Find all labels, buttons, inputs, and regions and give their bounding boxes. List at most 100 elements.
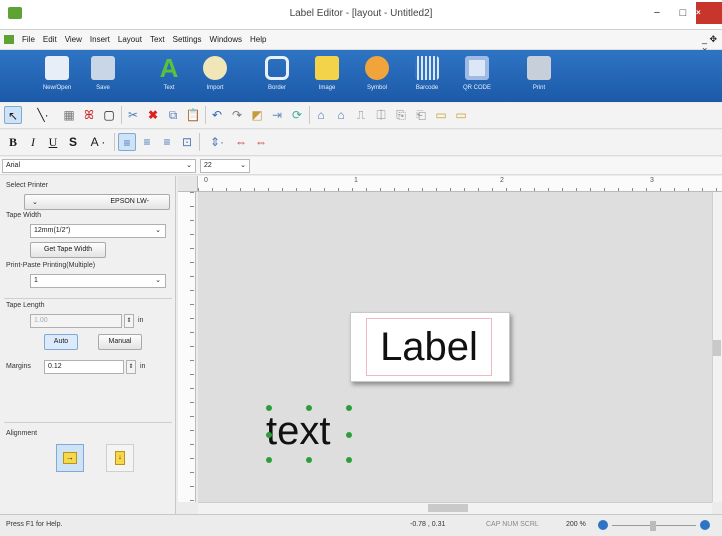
menu-settings[interactable]: Settings: [169, 30, 206, 50]
font-size-value: 22: [204, 162, 212, 169]
paste-special-icon[interactable]: ◩: [248, 106, 266, 124]
image-icon: [315, 56, 339, 80]
menu-file[interactable]: File: [18, 30, 39, 50]
resize-handle[interactable]: [346, 457, 352, 463]
print-paste-select[interactable]: 1 ⌄: [30, 274, 166, 288]
printer-select[interactable]: EPSON LW-: [24, 194, 170, 210]
align-top-icon[interactable]: ⌂: [312, 106, 330, 124]
save-button[interactable]: Save: [80, 54, 126, 100]
align-text-center-icon[interactable]: ≡: [138, 133, 156, 151]
align-right-icon[interactable]: ⎗: [412, 106, 430, 124]
ruler-number: 0: [204, 177, 208, 184]
symbol-button[interactable]: Symbol: [354, 54, 400, 100]
auto-button[interactable]: Auto: [44, 334, 78, 350]
border-button[interactable]: Border: [254, 54, 300, 100]
menu-bar: File Edit View Insert Layout Text Settings Wind…: [0, 30, 722, 55]
resize-handle[interactable]: [266, 457, 272, 463]
line-tool-icon[interactable]: ╲·: [28, 106, 58, 124]
vertical-scroll-thumb[interactable]: [713, 340, 721, 356]
select-arrow-icon[interactable]: ↖: [4, 106, 22, 124]
get-tape-width-button[interactable]: Get Tape Width: [30, 242, 106, 258]
align-bottom-icon[interactable]: ⎍: [352, 106, 370, 124]
ribbon-icon[interactable]: ꕤ: [80, 106, 98, 124]
align-text-left-icon[interactable]: ≡: [118, 133, 136, 151]
frame-icon[interactable]: ▢: [100, 106, 118, 124]
margins-spinner[interactable]: ⇕: [126, 360, 136, 374]
rotate-icon[interactable]: ⟳: [288, 106, 306, 124]
fit-icon[interactable]: ⇔: [252, 133, 270, 151]
font-size-select[interactable]: 22 ⌄: [200, 159, 250, 173]
document-menu-icon[interactable]: [4, 35, 14, 44]
zoom-in-icon[interactable]: [700, 520, 710, 530]
text-button[interactable]: A Text: [146, 54, 192, 100]
qr-code-button[interactable]: QR CODE: [454, 54, 500, 100]
menu-layout[interactable]: Layout: [114, 30, 146, 50]
line-spacing-icon[interactable]: ⇕·: [204, 133, 230, 151]
align-horizontal-button[interactable]: →: [56, 444, 84, 472]
border-label: Border: [267, 85, 286, 91]
menu-text[interactable]: Text: [146, 30, 169, 50]
resize-handle[interactable]: [346, 405, 352, 411]
cursor-coordinates: -0.78 , 0.31: [410, 521, 446, 528]
cut-icon[interactable]: ✂: [124, 106, 142, 124]
save-icon: [91, 56, 115, 80]
barcode-button[interactable]: Barcode: [404, 54, 450, 100]
zoom-out-icon[interactable]: [598, 520, 608, 530]
group-icon[interactable]: ▭: [432, 106, 450, 124]
menu-help[interactable]: Help: [246, 30, 270, 50]
menu-items: File Edit View Insert Layout Text Settings Wind…: [18, 30, 270, 50]
font-color-button[interactable]: A ·: [84, 133, 112, 151]
selected-text-object[interactable]: text: [266, 408, 330, 454]
italic-button[interactable]: I: [24, 133, 42, 151]
zoom-slider-thumb[interactable]: [650, 521, 656, 531]
menu-insert[interactable]: Insert: [86, 30, 114, 50]
margins-unit: in: [140, 363, 146, 370]
close-button[interactable]: ×: [696, 2, 722, 24]
chevron-down-icon: ⌄: [155, 227, 161, 234]
maximize-button[interactable]: □: [670, 4, 696, 22]
resize-handle[interactable]: [306, 405, 312, 411]
bold-button[interactable]: B: [4, 133, 22, 151]
paste-icon[interactable]: 📋: [184, 106, 202, 124]
underline-button[interactable]: U: [44, 133, 62, 151]
undo-icon[interactable]: ↶: [208, 106, 226, 124]
menu-view[interactable]: View: [61, 30, 86, 50]
justify-icon[interactable]: ⊡: [178, 133, 196, 151]
auto-fit-icon[interactable]: ⇔: [232, 133, 250, 151]
tape-length-field[interactable]: 1.00: [30, 314, 122, 328]
label-text-object[interactable]: Label: [366, 322, 492, 372]
horizontal-scroll-thumb[interactable]: [428, 504, 468, 512]
menu-edit[interactable]: Edit: [39, 30, 61, 50]
new-open-button[interactable]: New/Open: [34, 54, 80, 100]
grid-icon[interactable]: ▦: [60, 106, 78, 124]
print-button[interactable]: Print: [516, 54, 562, 100]
resize-handle[interactable]: [346, 432, 352, 438]
copy-icon[interactable]: ⧉: [164, 106, 182, 124]
align-middle-icon[interactable]: ⌂: [332, 106, 350, 124]
minimize-button[interactable]: −: [644, 4, 670, 22]
align-left-icon[interactable]: ⎘: [392, 106, 410, 124]
distribute-icon[interactable]: ⎅: [372, 106, 390, 124]
margins-field[interactable]: 0.12: [44, 360, 124, 374]
tape-width-select[interactable]: 12mm(1/2") ⌄: [30, 224, 166, 238]
import-button[interactable]: Import: [192, 54, 238, 100]
align-vertical-button[interactable]: ↓: [106, 444, 134, 472]
printer-icon: [527, 56, 551, 80]
outline-icon[interactable]: S: [64, 133, 82, 151]
delete-icon[interactable]: ✖: [144, 106, 162, 124]
resize-handle[interactable]: [266, 405, 272, 411]
margins-label: Margins: [6, 363, 31, 370]
arrange-icon[interactable]: ⇥: [268, 106, 286, 124]
barcode-label: Barcode: [415, 85, 439, 91]
menu-windows[interactable]: Windows: [206, 30, 246, 50]
manual-button[interactable]: Manual: [98, 334, 142, 350]
image-button[interactable]: Image: [304, 54, 350, 100]
resize-handle[interactable]: [266, 432, 272, 438]
tape-length-label: Tape Length: [6, 302, 45, 309]
resize-handle[interactable]: [306, 457, 312, 463]
font-name-select[interactable]: Arial ⌄: [2, 159, 196, 173]
align-text-right-icon[interactable]: ≡: [158, 133, 176, 151]
tape-length-spinner[interactable]: ⇕: [124, 314, 134, 328]
redo-icon[interactable]: ↷: [228, 106, 246, 124]
ungroup-icon[interactable]: ▭: [452, 106, 470, 124]
